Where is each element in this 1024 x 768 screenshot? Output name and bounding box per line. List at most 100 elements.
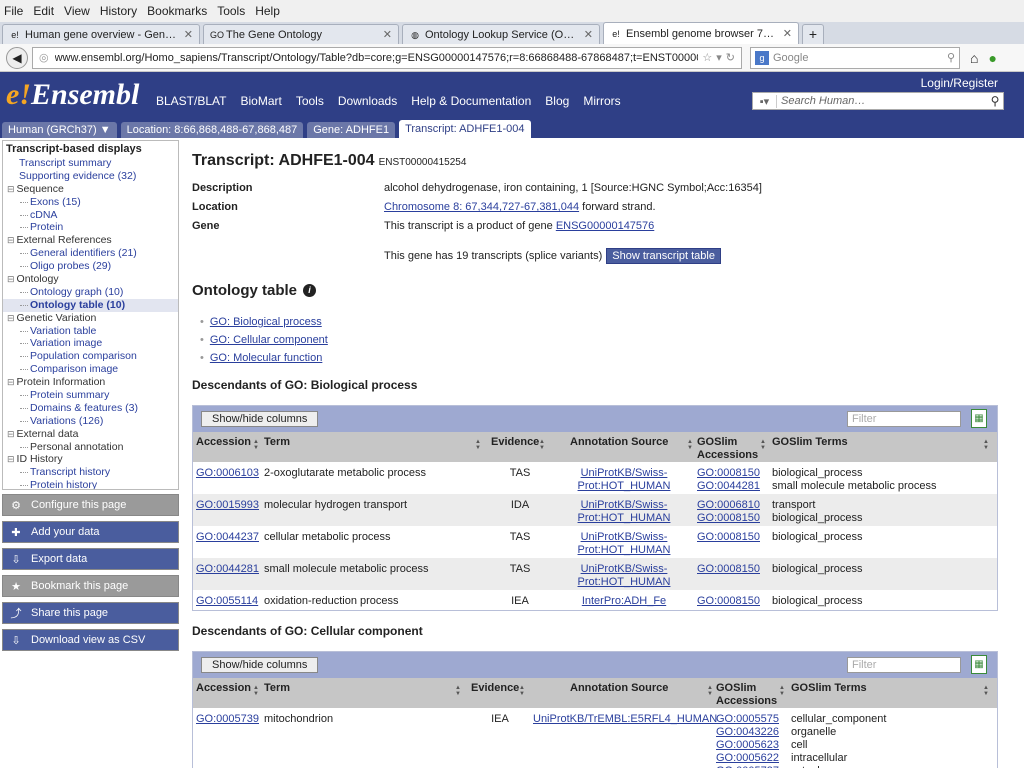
nav-tools[interactable]: Tools xyxy=(296,94,324,108)
column-header[interactable]: Accession xyxy=(196,436,251,449)
filter-input[interactable]: Filter xyxy=(847,657,961,673)
accession-link[interactable]: GO:0044281 xyxy=(196,563,259,576)
menu-item-tools[interactable]: Tools xyxy=(217,4,245,18)
goslim-accession-link[interactable]: GO:0008150 xyxy=(697,531,760,544)
column-header[interactable]: GOSlim Accessions xyxy=(716,682,780,708)
show-transcript-table-button[interactable]: Show transcript table xyxy=(606,248,721,264)
location-tab[interactable]: Location: 8:66,868,488-67,868,487 xyxy=(120,122,304,138)
nav-blast-blat[interactable]: BLAST/BLAT xyxy=(156,94,226,108)
sort-icon[interactable]: ▲▼ xyxy=(760,439,766,451)
login-link[interactable]: Login/Register xyxy=(921,76,998,90)
info-icon[interactable]: i xyxy=(303,284,316,297)
show-hide-columns-button[interactable]: Show/hide columns xyxy=(201,411,319,427)
close-icon[interactable]: ✕ xyxy=(584,28,593,41)
column-header[interactable]: GOSlim Terms xyxy=(791,682,867,695)
annotation-source-link[interactable]: Prot:HOT_HUMAN xyxy=(565,544,683,557)
browser-tab[interactable]: GO The Gene Ontology ✕ xyxy=(203,24,399,44)
nav-help-documentation[interactable]: Help & Documentation xyxy=(411,94,531,108)
spreadsheet-icon[interactable]: ▦ xyxy=(971,655,987,674)
goslim-accession-link[interactable]: GO:0005575 xyxy=(716,713,779,726)
sidebar-item[interactable]: Exons (15) xyxy=(3,196,178,209)
url-bar[interactable]: ◎ www.ensembl.org/Homo_sapiens/Transcrip… xyxy=(32,46,742,69)
ensembl-search-input[interactable]: Search Human… xyxy=(777,95,987,107)
ensembl-search[interactable]: ▪▾ Search Human… ⚲ xyxy=(752,92,1004,110)
goslim-accession-link[interactable]: GO:0043226 xyxy=(716,726,779,739)
back-button[interactable]: ◀ xyxy=(6,46,28,69)
new-tab-button[interactable]: + xyxy=(802,24,824,44)
sidebar-item[interactable]: cDNA xyxy=(3,209,178,222)
sidebar-item[interactable]: Variations (126) xyxy=(3,415,178,428)
browser-search-box[interactable]: g Google ⚲ xyxy=(750,46,960,69)
menu-item-bookmarks[interactable]: Bookmarks xyxy=(147,4,207,18)
sidebar-item[interactable]: Population comparison xyxy=(3,350,178,363)
gene-link[interactable]: ENSG00000147576 xyxy=(556,220,654,232)
search-icon[interactable]: ⚲ xyxy=(987,94,1003,108)
location-tab[interactable]: Gene: ADHFE1 xyxy=(307,122,396,138)
sort-icon[interactable]: ▲▼ xyxy=(253,439,259,451)
extension-icon[interactable]: ● xyxy=(988,50,996,66)
nav-mirrors[interactable]: Mirrors xyxy=(583,94,620,108)
sort-icon[interactable]: ▲▼ xyxy=(253,685,259,697)
column-header[interactable]: Annotation Source xyxy=(570,436,668,449)
sort-icon[interactable]: ▲▼ xyxy=(455,685,461,697)
location-tab[interactable]: Transcript: ADHFE1-004 xyxy=(399,120,531,138)
location-tab[interactable]: Human (GRCh37) ▼ xyxy=(2,122,117,138)
goslim-accession-link[interactable]: GO:0008150 xyxy=(697,467,760,480)
goslim-accession-link[interactable]: GO:0006810 xyxy=(697,499,760,512)
menu-item-edit[interactable]: Edit xyxy=(33,4,54,18)
column-header[interactable]: GOSlim Accessions xyxy=(697,436,761,462)
tool-button[interactable]: ⇩ Export data xyxy=(2,548,179,570)
tool-button[interactable]: ⇩ Download view as CSV xyxy=(2,629,179,651)
goslim-accession-link[interactable]: GO:0008150 xyxy=(697,563,760,576)
annotation-source-link[interactable]: Prot:HOT_HUMAN xyxy=(565,480,683,493)
annotation-source-link[interactable]: UniProtKB/Swiss- xyxy=(565,499,683,512)
sidebar-item[interactable]: Protein xyxy=(3,221,178,234)
sort-icon[interactable]: ▲▼ xyxy=(983,685,989,697)
accession-link[interactable]: GO:0055114 xyxy=(196,595,258,608)
accession-link[interactable]: GO:0006103 xyxy=(196,467,259,480)
sort-icon[interactable]: ▲▼ xyxy=(539,439,545,451)
browser-tab[interactable]: e! Human gene overview - Genome ... ✕ xyxy=(2,24,200,44)
column-header[interactable]: GOSlim Terms xyxy=(772,436,848,449)
goslim-accession-link[interactable]: GO:0008150 xyxy=(697,512,760,525)
accession-link[interactable]: GO:0015993 xyxy=(196,499,259,512)
sidebar-item[interactable]: Variation image xyxy=(3,337,178,350)
annotation-source-link[interactable]: UniProtKB/Swiss- xyxy=(565,563,683,576)
spreadsheet-icon[interactable]: ▦ xyxy=(971,409,987,428)
close-icon[interactable]: ✕ xyxy=(383,28,392,41)
close-icon[interactable]: ✕ xyxy=(184,28,193,41)
go-link[interactable]: GO: Molecular function xyxy=(210,352,323,364)
sidebar-item[interactable]: Domains & features (3) xyxy=(3,402,178,415)
tool-button[interactable]: ⤴ Share this page xyxy=(2,602,179,624)
go-link[interactable]: GO: Biological process xyxy=(210,316,322,328)
sort-icon[interactable]: ▲▼ xyxy=(983,439,989,451)
sidebar-item[interactable]: Protein summary xyxy=(3,389,178,402)
menu-item-file[interactable]: File xyxy=(4,4,23,18)
browser-tab[interactable]: e! Ensembl genome browser 73: Homo ... ✕ xyxy=(603,22,799,44)
show-hide-columns-button[interactable]: Show/hide columns xyxy=(201,657,319,673)
sort-icon[interactable]: ▲▼ xyxy=(687,439,693,451)
search-icon[interactable]: ⚲ xyxy=(947,51,955,64)
sidebar-item[interactable]: Protein history xyxy=(3,479,178,489)
ensembl-logo[interactable]: e!Ensembl xyxy=(6,78,139,112)
tool-button[interactable]: ⚙ Configure this page xyxy=(2,494,179,516)
species-icon[interactable]: ▪▾ xyxy=(753,94,777,108)
goslim-accession-link[interactable]: GO:0005622 xyxy=(716,752,779,765)
sidebar-item[interactable]: Oligo probes (29) xyxy=(3,260,178,273)
column-header[interactable]: Term xyxy=(264,436,290,449)
menu-item-help[interactable]: Help xyxy=(255,4,280,18)
column-header[interactable]: Evidence xyxy=(491,436,539,449)
sidebar-item[interactable]: Comparison image xyxy=(3,363,178,376)
menu-item-history[interactable]: History xyxy=(100,4,137,18)
sidebar-item[interactable]: Personal annotation xyxy=(3,441,178,454)
sort-icon[interactable]: ▲▼ xyxy=(519,685,525,697)
go-link[interactable]: GO: Cellular component xyxy=(210,334,328,346)
dropdown-icon[interactable]: ▾ xyxy=(716,51,722,64)
reload-icon[interactable]: ↻ xyxy=(726,51,735,64)
sidebar-item[interactable]: Ontology graph (10) xyxy=(3,286,178,299)
bookmark-star-icon[interactable]: ☆ xyxy=(702,51,712,64)
sidebar-item[interactable]: Transcript history xyxy=(3,466,178,479)
sort-icon[interactable]: ▲▼ xyxy=(475,439,481,451)
sort-icon[interactable]: ▲▼ xyxy=(779,685,785,697)
browser-tab[interactable]: ◍ Ontology Lookup Service (OLS) ✕ xyxy=(402,24,600,44)
